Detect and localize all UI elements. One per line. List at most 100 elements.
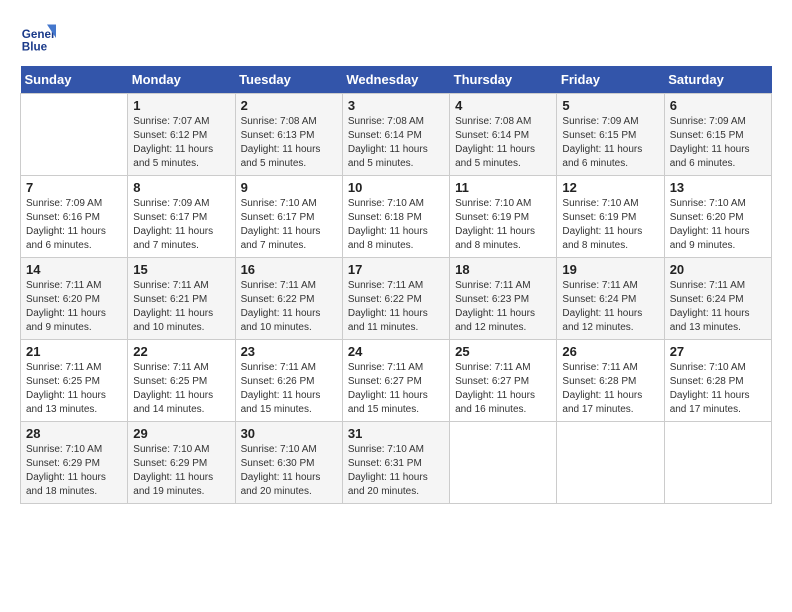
calendar-cell: [21, 94, 128, 176]
day-number: 26: [562, 344, 658, 359]
day-number: 14: [26, 262, 122, 277]
logo-icon: General Blue: [20, 20, 56, 56]
day-number: 17: [348, 262, 444, 277]
weekday-header-sunday: Sunday: [21, 66, 128, 94]
calendar-cell: [450, 422, 557, 504]
weekday-header-saturday: Saturday: [664, 66, 771, 94]
calendar-week-4: 21 Sunrise: 7:11 AM Sunset: 6:25 PM Dayli…: [21, 340, 772, 422]
calendar-cell: 10Sunrise: 7:10 AM Sunset: 6:18 PM Dayli…: [342, 176, 449, 258]
day-info: Sunrise: 7:11 AM Sunset: 6:24 PM Dayligh…: [562, 279, 658, 335]
day-info: Sunrise: 7:11 AM Sunset: 6:22 PM Dayligh…: [348, 279, 444, 335]
day-number: 20: [670, 262, 766, 277]
calendar-cell: 18 Sunrise: 7:11 AM Sunset: 6:23 PM Dayli…: [450, 258, 557, 340]
day-number: 15: [133, 262, 229, 277]
calendar-week-3: 14 Sunrise: 7:11 AM Sunset: 6:20 PM Dayli…: [21, 258, 772, 340]
day-number: 31: [348, 426, 444, 441]
day-info: Sunrise: 7:11 AM Sunset: 6:23 PM Dayligh…: [455, 279, 551, 335]
calendar-week-5: 28 Sunrise: 7:10 AM Sunset: 6:29 PM Dayli…: [21, 422, 772, 504]
calendar-cell: 23 Sunrise: 7:11 AM Sunset: 6:26 PM Dayli…: [235, 340, 342, 422]
day-info: Sunrise: 7:08 AM Sunset: 6:14 PM Dayligh…: [348, 115, 444, 171]
calendar-cell: 4 Sunrise: 7:08 AM Sunset: 6:14 PM Daylig…: [450, 94, 557, 176]
calendar-cell: 29 Sunrise: 7:10 AM Sunset: 6:29 PM Dayli…: [128, 422, 235, 504]
calendar-table: SundayMondayTuesdayWednesdayThursdayFrid…: [20, 66, 772, 504]
calendar-cell: 14 Sunrise: 7:11 AM Sunset: 6:20 PM Dayli…: [21, 258, 128, 340]
calendar-cell: 1 Sunrise: 7:07 AM Sunset: 6:12 PM Daylig…: [128, 94, 235, 176]
day-info: Sunrise: 7:09 AM Sunset: 6:15 PM Dayligh…: [562, 115, 658, 171]
calendar-cell: 22 Sunrise: 7:11 AM Sunset: 6:25 PM Dayli…: [128, 340, 235, 422]
day-number: 16: [241, 262, 337, 277]
day-info: Sunrise: 7:11 AM Sunset: 6:24 PM Dayligh…: [670, 279, 766, 335]
day-info: Sunrise: 7:10 AM Sunset: 6:30 PM Dayligh…: [241, 443, 337, 499]
day-number: 1: [133, 98, 229, 113]
calendar-week-1: 1 Sunrise: 7:07 AM Sunset: 6:12 PM Daylig…: [21, 94, 772, 176]
day-number: 28: [26, 426, 122, 441]
day-info: Sunrise: 7:09 AM Sunset: 6:17 PM Dayligh…: [133, 197, 229, 253]
calendar-cell: 12Sunrise: 7:10 AM Sunset: 6:19 PM Dayli…: [557, 176, 664, 258]
weekday-header-row: SundayMondayTuesdayWednesdayThursdayFrid…: [21, 66, 772, 94]
day-number: 3: [348, 98, 444, 113]
day-info: Sunrise: 7:11 AM Sunset: 6:21 PM Dayligh…: [133, 279, 229, 335]
weekday-header-monday: Monday: [128, 66, 235, 94]
day-info: Sunrise: 7:11 AM Sunset: 6:27 PM Dayligh…: [348, 361, 444, 417]
day-info: Sunrise: 7:10 AM Sunset: 6:29 PM Dayligh…: [133, 443, 229, 499]
day-number: 19: [562, 262, 658, 277]
day-info: Sunrise: 7:11 AM Sunset: 6:27 PM Dayligh…: [455, 361, 551, 417]
day-number: 27: [670, 344, 766, 359]
day-number: 4: [455, 98, 551, 113]
day-info: Sunrise: 7:11 AM Sunset: 6:22 PM Dayligh…: [241, 279, 337, 335]
day-info: Sunrise: 7:11 AM Sunset: 6:26 PM Dayligh…: [241, 361, 337, 417]
calendar-cell: 19 Sunrise: 7:11 AM Sunset: 6:24 PM Dayli…: [557, 258, 664, 340]
day-info: Sunrise: 7:10 AM Sunset: 6:19 PM Dayligh…: [455, 197, 551, 253]
calendar-cell: 24 Sunrise: 7:11 AM Sunset: 6:27 PM Dayli…: [342, 340, 449, 422]
day-number: 24: [348, 344, 444, 359]
calendar-cell: 25 Sunrise: 7:11 AM Sunset: 6:27 PM Dayli…: [450, 340, 557, 422]
calendar-cell: 27 Sunrise: 7:10 AM Sunset: 6:28 PM Dayli…: [664, 340, 771, 422]
day-info: Sunrise: 7:07 AM Sunset: 6:12 PM Dayligh…: [133, 115, 229, 171]
calendar-cell: 11 Sunrise: 7:10 AM Sunset: 6:19 PM Dayli…: [450, 176, 557, 258]
calendar-cell: 20 Sunrise: 7:11 AM Sunset: 6:24 PM Dayli…: [664, 258, 771, 340]
calendar-cell: 8 Sunrise: 7:09 AM Sunset: 6:17 PM Daylig…: [128, 176, 235, 258]
page-header: General Blue: [20, 20, 772, 56]
logo: General Blue: [20, 20, 60, 56]
day-info: Sunrise: 7:10 AM Sunset: 6:28 PM Dayligh…: [670, 361, 766, 417]
day-info: Sunrise: 7:11 AM Sunset: 6:25 PM Dayligh…: [26, 361, 122, 417]
calendar-cell: 15 Sunrise: 7:11 AM Sunset: 6:21 PM Dayli…: [128, 258, 235, 340]
calendar-cell: 21 Sunrise: 7:11 AM Sunset: 6:25 PM Dayli…: [21, 340, 128, 422]
calendar-cell: 16 Sunrise: 7:11 AM Sunset: 6:22 PM Dayli…: [235, 258, 342, 340]
day-number: 6: [670, 98, 766, 113]
day-info: Sunrise: 7:09 AM Sunset: 6:15 PM Dayligh…: [670, 115, 766, 171]
day-number: 8: [133, 180, 229, 195]
day-number: 30: [241, 426, 337, 441]
calendar-cell: 26 Sunrise: 7:11 AM Sunset: 6:28 PM Dayli…: [557, 340, 664, 422]
calendar-cell: [664, 422, 771, 504]
day-number: 12: [562, 180, 658, 195]
calendar-header: SundayMondayTuesdayWednesdayThursdayFrid…: [21, 66, 772, 94]
day-number: 21: [26, 344, 122, 359]
calendar-cell: 5Sunrise: 7:09 AM Sunset: 6:15 PM Daylig…: [557, 94, 664, 176]
calendar-cell: 28Sunrise: 7:10 AM Sunset: 6:29 PM Dayli…: [21, 422, 128, 504]
day-info: Sunrise: 7:11 AM Sunset: 6:25 PM Dayligh…: [133, 361, 229, 417]
day-number: 23: [241, 344, 337, 359]
day-number: 2: [241, 98, 337, 113]
day-info: Sunrise: 7:11 AM Sunset: 6:20 PM Dayligh…: [26, 279, 122, 335]
day-number: 18: [455, 262, 551, 277]
weekday-header-friday: Friday: [557, 66, 664, 94]
day-number: 25: [455, 344, 551, 359]
calendar-cell: 3 Sunrise: 7:08 AM Sunset: 6:14 PM Daylig…: [342, 94, 449, 176]
day-number: 22: [133, 344, 229, 359]
day-info: Sunrise: 7:08 AM Sunset: 6:14 PM Dayligh…: [455, 115, 551, 171]
calendar-cell: 31Sunrise: 7:10 AM Sunset: 6:31 PM Dayli…: [342, 422, 449, 504]
day-info: Sunrise: 7:10 AM Sunset: 6:17 PM Dayligh…: [241, 197, 337, 253]
day-number: 29: [133, 426, 229, 441]
calendar-cell: [557, 422, 664, 504]
day-number: 13: [670, 180, 766, 195]
calendar-cell: 30 Sunrise: 7:10 AM Sunset: 6:30 PM Dayli…: [235, 422, 342, 504]
weekday-header-thursday: Thursday: [450, 66, 557, 94]
day-info: Sunrise: 7:11 AM Sunset: 6:28 PM Dayligh…: [562, 361, 658, 417]
calendar-cell: 17 Sunrise: 7:11 AM Sunset: 6:22 PM Dayli…: [342, 258, 449, 340]
day-number: 11: [455, 180, 551, 195]
calendar-cell: 7Sunrise: 7:09 AM Sunset: 6:16 PM Daylig…: [21, 176, 128, 258]
calendar-body: 1 Sunrise: 7:07 AM Sunset: 6:12 PM Daylig…: [21, 94, 772, 504]
day-info: Sunrise: 7:10 AM Sunset: 6:20 PM Dayligh…: [670, 197, 766, 253]
calendar-cell: 6 Sunrise: 7:09 AM Sunset: 6:15 PM Daylig…: [664, 94, 771, 176]
